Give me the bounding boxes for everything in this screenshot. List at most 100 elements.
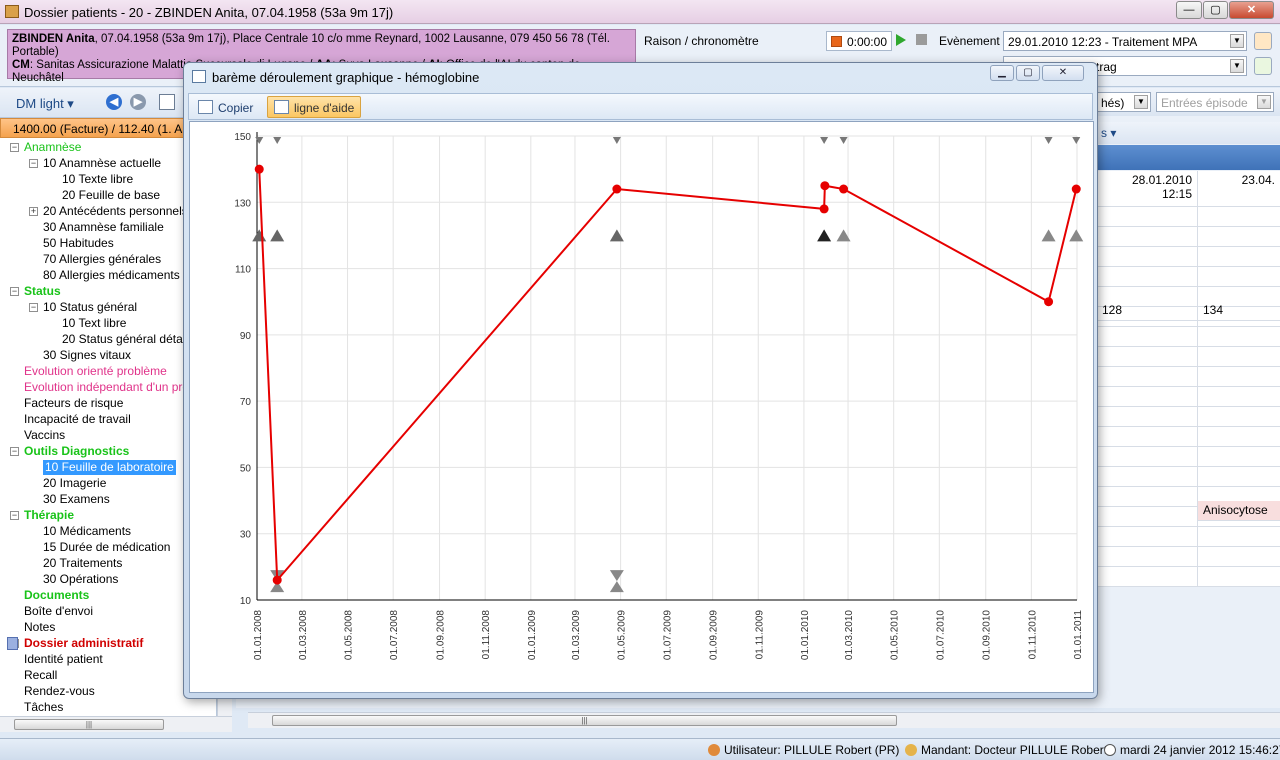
tree-item[interactable]: Evolution orienté problème <box>24 364 167 379</box>
tree-item[interactable]: 20 Traitements <box>43 556 122 571</box>
grid-cell[interactable] <box>1198 447 1280 467</box>
tree-expander-icon[interactable]: − <box>29 303 38 312</box>
tree-item[interactable]: Boîte d'envoi <box>24 604 93 619</box>
grid-cell[interactable] <box>1097 387 1198 407</box>
tree-item[interactable]: 20 Antécédents personnels <box>43 204 188 219</box>
grid-cell[interactable] <box>1097 427 1198 447</box>
grid-cell[interactable]: 128 <box>1097 301 1198 321</box>
grid-cell[interactable]: 134 <box>1198 301 1280 321</box>
view-selector[interactable]: DM light ▾ <box>16 96 74 112</box>
tree-item[interactable]: 10 Médicaments <box>43 524 131 539</box>
tree-item[interactable]: 50 Habitudes <box>43 236 114 251</box>
tree-item[interactable]: Notes <box>24 620 55 635</box>
tree-item[interactable]: 30 Examens <box>43 492 110 507</box>
grid-cell[interactable] <box>1198 267 1280 287</box>
tree-expander-icon[interactable]: − <box>29 159 38 168</box>
tree-expander-icon[interactable]: + <box>29 207 38 216</box>
chevron-down-icon[interactable]: ▼ <box>1134 95 1148 109</box>
grid-cell[interactable] <box>1198 347 1280 367</box>
tree-item[interactable]: Dossier administratif <box>24 636 143 651</box>
episode-select[interactable]: Entrées épisode ▼ <box>1156 92 1274 112</box>
grid-cell[interactable] <box>1097 567 1198 587</box>
tree-item[interactable]: Identité patient <box>24 652 103 667</box>
search-tool-icon[interactable] <box>159 94 175 110</box>
tree-item[interactable]: Documents <box>24 588 89 603</box>
forward-arrow-icon[interactable]: ▶ <box>130 94 146 110</box>
tree-item[interactable]: 70 Allergies générales <box>43 252 161 267</box>
tree-item[interactable]: Rendez-vous <box>24 684 95 699</box>
tree-item[interactable]: Evolution indépendant d'un proble <box>24 380 205 395</box>
dialog-minimize-button[interactable]: ▁ <box>990 65 1014 81</box>
grid-cell[interactable] <box>1097 207 1198 227</box>
tree-item[interactable]: 10 Text libre <box>62 316 126 331</box>
grid-cell[interactable] <box>1198 367 1280 387</box>
grid-cell[interactable] <box>1097 547 1198 567</box>
tree-expander-icon[interactable]: − <box>10 143 19 152</box>
edit-note-icon[interactable] <box>1254 57 1272 75</box>
tree-scroll-thumb[interactable]: ||| <box>14 719 164 730</box>
tree-expander-icon[interactable]: − <box>10 447 19 456</box>
chevron-down-icon[interactable]: ▼ <box>1257 95 1271 109</box>
grid-cell[interactable] <box>1198 467 1280 487</box>
grid-cell[interactable] <box>1198 207 1280 227</box>
tree-item[interactable]: Anamnèse <box>24 140 81 155</box>
dialog-maximize-button[interactable]: ▢ <box>1016 65 1040 81</box>
grid-horizontal-scrollbar[interactable]: ||| <box>248 712 1280 728</box>
tree-item[interactable]: 10 Texte libre <box>62 172 133 187</box>
dialog-close-button[interactable]: ✕ <box>1042 65 1084 81</box>
grid-cell-anisocytose[interactable]: Anisocytose <box>1198 501 1280 521</box>
grid-column-header-date[interactable]: 23.04. <box>1198 171 1280 207</box>
tree-item[interactable]: 10 Feuille de laboratoire <box>43 460 176 475</box>
tree-item[interactable]: 80 Allergies médicaments <box>43 268 180 283</box>
tree-item[interactable]: Status <box>24 284 61 299</box>
tree-expander-icon[interactable]: − <box>10 287 19 296</box>
grid-cell[interactable] <box>1097 527 1198 547</box>
grid-cell[interactable] <box>1198 547 1280 567</box>
tree-item[interactable]: 20 Feuille de base <box>62 188 160 203</box>
close-button[interactable]: ✕ <box>1229 1 1274 19</box>
helpline-toggle-button[interactable]: ligne d'aide <box>267 96 362 118</box>
event-select[interactable]: 29.01.2010 12:23 - Traitement MPA ▼ <box>1003 31 1247 51</box>
play-icon[interactable] <box>896 34 906 46</box>
grid-cell[interactable] <box>1198 407 1280 427</box>
chevron-down-icon[interactable]: ▼ <box>1230 34 1244 48</box>
grid-cell[interactable] <box>1198 227 1280 247</box>
minimize-button[interactable]: — <box>1176 1 1202 19</box>
tree-item[interactable]: Recall <box>24 668 57 683</box>
grid-cell[interactable] <box>1097 247 1198 267</box>
tree-item[interactable]: Thérapie <box>24 508 74 523</box>
tree-item[interactable]: Outils Diagnostics <box>24 444 129 459</box>
tree-item[interactable]: Tâches <box>24 700 63 715</box>
filter-select[interactable]: hés) ▼ <box>1096 92 1151 112</box>
grid-cell[interactable] <box>1097 327 1198 347</box>
grid-cell[interactable] <box>1097 407 1198 427</box>
tree-item[interactable]: 15 Durée de médication <box>43 540 170 555</box>
grid-cell[interactable] <box>1097 367 1198 387</box>
grid-cell[interactable] <box>1097 227 1198 247</box>
chevron-down-icon[interactable]: ▼ <box>1230 59 1244 73</box>
grid-cell[interactable] <box>1198 567 1280 587</box>
tree-horizontal-scrollbar[interactable]: ||| <box>0 716 232 732</box>
settings-face-icon[interactable] <box>1254 32 1272 50</box>
tree-expander-icon[interactable]: − <box>10 511 19 520</box>
record-icon[interactable] <box>831 36 842 47</box>
back-arrow-icon[interactable]: ◀ <box>106 94 122 110</box>
tree-item[interactable]: Vaccins <box>24 428 65 443</box>
grid-scroll-thumb[interactable]: ||| <box>272 715 897 726</box>
copy-button[interactable]: Copier <box>191 96 260 118</box>
tree-item[interactable]: 20 Status général détaill <box>62 332 191 347</box>
grid-cell[interactable] <box>1198 427 1280 447</box>
grid-cell[interactable] <box>1198 247 1280 267</box>
grid-cell[interactable] <box>1097 467 1198 487</box>
tree-item[interactable]: 10 Status général <box>43 300 137 315</box>
maximize-button[interactable]: ▢ <box>1203 1 1228 19</box>
stop-icon[interactable] <box>916 34 927 45</box>
tree-item[interactable]: Incapacité de travail <box>24 412 131 427</box>
tree-item[interactable]: 30 Signes vitaux <box>43 348 131 363</box>
grid-cell[interactable] <box>1198 327 1280 347</box>
tree-item[interactable]: 30 Opérations <box>43 572 118 587</box>
grid-cell[interactable] <box>1198 387 1280 407</box>
grid-cell[interactable] <box>1097 507 1198 527</box>
tree-item[interactable]: 30 Anamnèse familiale <box>43 220 164 235</box>
grid-column-header-date[interactable]: 28.01.2010 12:15 <box>1097 171 1198 207</box>
